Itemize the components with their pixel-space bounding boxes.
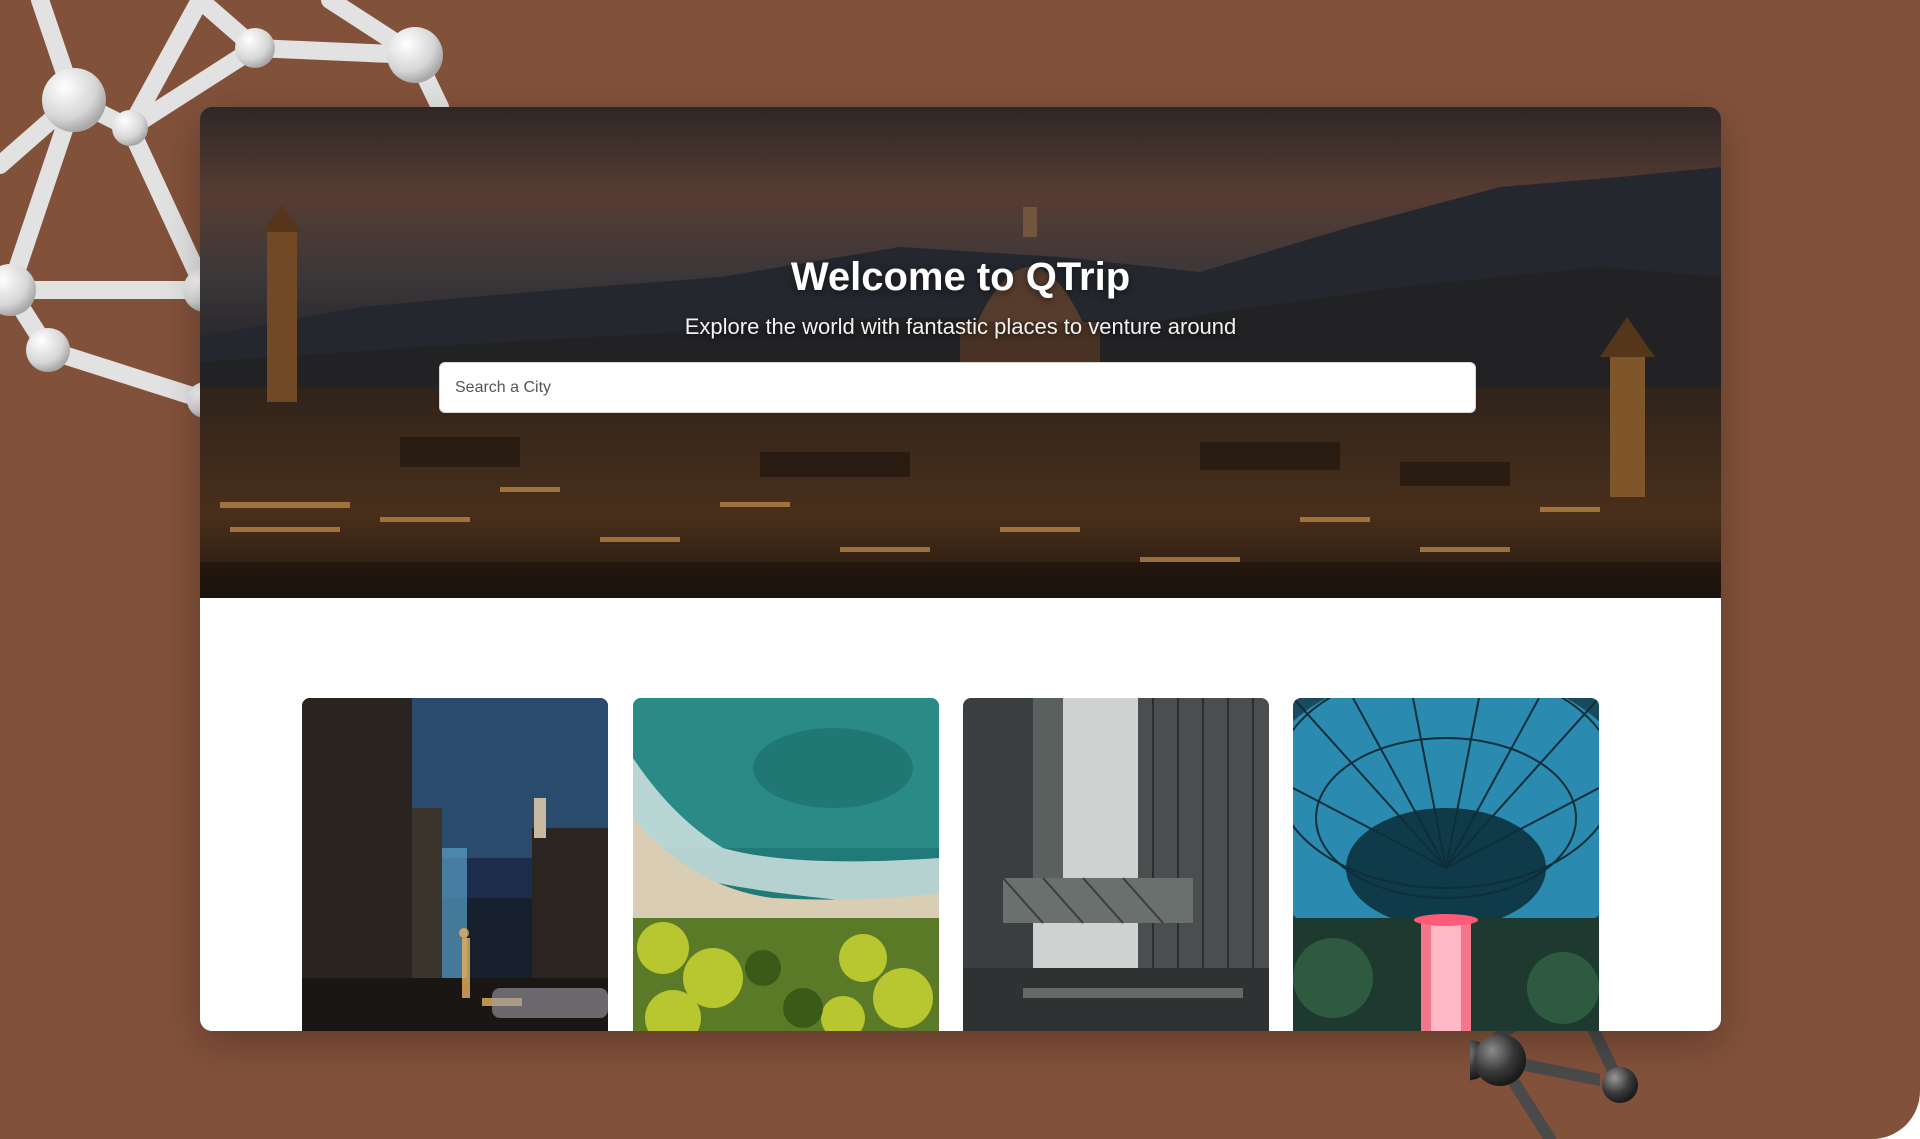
city-card[interactable]: [302, 698, 608, 1031]
night-city-street-image: [302, 698, 608, 1031]
city-search-input[interactable]: [439, 362, 1476, 413]
glass-dome-waterfall-image: [1293, 698, 1599, 1031]
skyscrapers-image: [963, 698, 1269, 1031]
city-card[interactable]: [633, 698, 939, 1031]
city-card[interactable]: [963, 698, 1269, 1031]
city-card[interactable]: [1293, 698, 1599, 1031]
qtrip-landing-window: Welcome to QTrip Explore the world with …: [200, 107, 1721, 1031]
aerial-beach-image: [633, 698, 939, 1031]
hero-dim-overlay: [200, 107, 1721, 598]
hero-banner: Welcome to QTrip Explore the world with …: [200, 107, 1721, 598]
hero-title: Welcome to QTrip: [790, 255, 1131, 299]
city-card-grid: [200, 598, 1721, 1031]
hero-subtitle: Explore the world with fantastic places …: [684, 314, 1237, 339]
